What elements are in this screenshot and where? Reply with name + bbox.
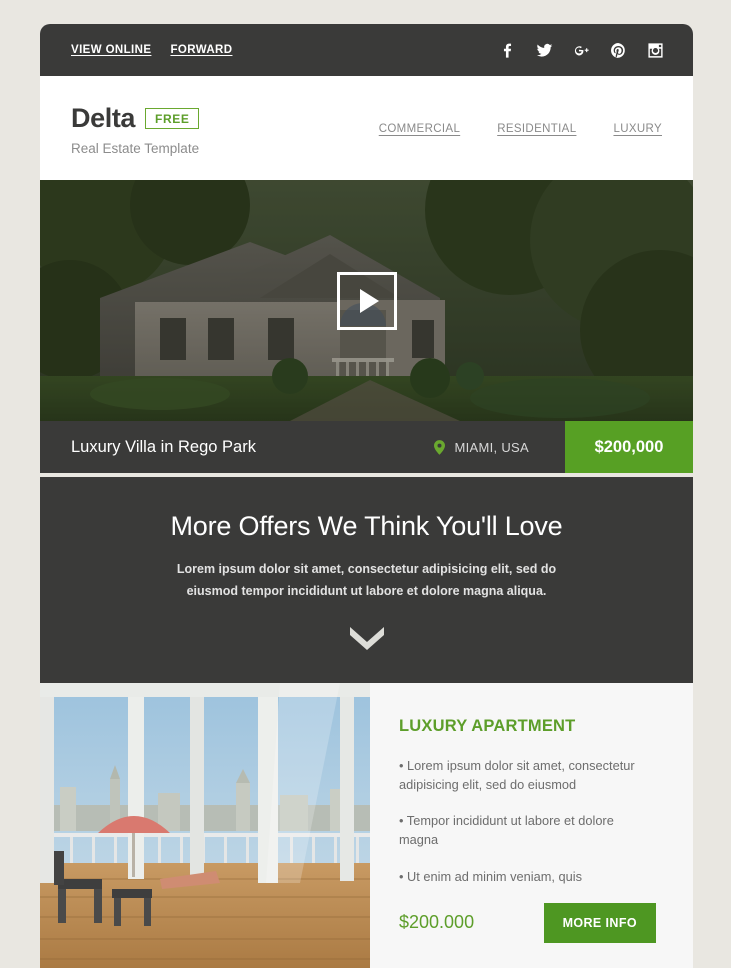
nav-item-commercial[interactable]: COMMERCIAL	[379, 123, 460, 135]
google-plus-icon[interactable]	[573, 42, 590, 59]
list-item: • Tempor incididunt ut labore et dolore …	[399, 813, 614, 848]
top-bar-links: VIEW ONLINE FORWARD	[71, 44, 232, 56]
header: Delta FREE Real Estate Template COMMERCI…	[40, 76, 693, 180]
listing-details: LUXURY APARTMENT • Lorem ipsum dolor sit…	[370, 683, 693, 968]
top-bar: VIEW ONLINE FORWARD	[40, 24, 693, 76]
nav-item-luxury[interactable]: LUXURY	[613, 123, 662, 135]
property-location: MIAMI, USA	[434, 421, 565, 473]
more-info-button[interactable]: MORE INFO	[543, 902, 656, 943]
email-card: VIEW ONLINE FORWARD Delta FREE Real Esta…	[40, 24, 693, 968]
offers-title: More Offers We Think You'll Love	[170, 511, 563, 541]
hero-banner	[40, 180, 693, 421]
property-location-label: MIAMI, USA	[454, 439, 529, 455]
play-triangle	[359, 288, 379, 313]
nav-item-residential[interactable]: RESIDENTIAL	[497, 123, 576, 135]
brand-row: Delta FREE	[71, 102, 200, 133]
property-price: $200,000	[565, 421, 693, 473]
list-item: • Lorem ipsum dolor sit amet, consectetu…	[399, 757, 635, 792]
listing-price: $200.000	[399, 912, 475, 933]
chevron-down-icon[interactable]	[347, 625, 387, 651]
brand-tagline: Real Estate Template	[71, 140, 200, 156]
listing-footer: $200.000 MORE INFO	[399, 902, 664, 943]
forward-link[interactable]: FORWARD	[170, 44, 232, 56]
free-badge: FREE	[145, 107, 200, 129]
offers-section: More Offers We Think You'll Love Lorem i…	[40, 477, 693, 683]
brand-block: Delta FREE Real Estate Template	[71, 101, 200, 156]
property-title: Luxury Villa in Rego Park	[71, 437, 256, 456]
listing-features: • Lorem ipsum dolor sit amet, consectetu…	[399, 756, 664, 886]
listing-image	[40, 682, 370, 968]
listing-title: LUXURY APARTMENT	[399, 716, 576, 735]
page-title: Delta	[71, 102, 136, 133]
pinterest-icon[interactable]	[610, 42, 627, 59]
facebook-icon[interactable]	[499, 42, 516, 59]
view-online-link[interactable]: VIEW ONLINE	[71, 44, 151, 56]
email-template-page: VIEW ONLINE FORWARD Delta FREE Real Esta…	[0, 0, 731, 968]
property-bar: Luxury Villa in Rego Park MIAMI, USA $20…	[40, 421, 693, 473]
listing-item: LUXURY APARTMENT • Lorem ipsum dolor sit…	[40, 682, 693, 968]
offers-subtitle: Lorem ipsum dolor sit amet, consectetur …	[176, 562, 557, 598]
list-item: • Ut enim ad minim veniam, quis	[399, 868, 582, 884]
map-pin-icon	[434, 439, 446, 455]
instagram-icon[interactable]	[647, 42, 664, 59]
play-icon[interactable]	[336, 271, 397, 330]
twitter-icon[interactable]	[536, 42, 553, 59]
social-icons	[499, 42, 664, 59]
main-nav: COMMERCIAL RESIDENTIAL LUXURY	[379, 121, 662, 135]
